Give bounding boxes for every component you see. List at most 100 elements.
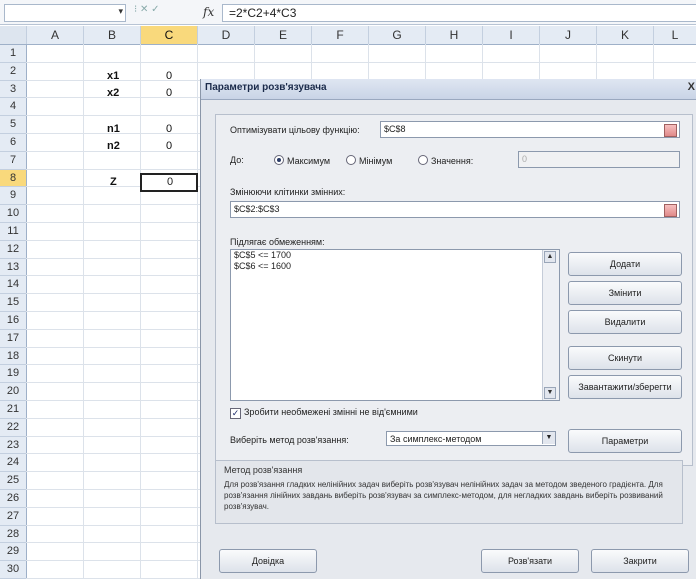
column-headers: A B C D E F G H I J K L (0, 26, 696, 45)
column-header[interactable]: H (426, 26, 483, 44)
column-header[interactable]: J (540, 26, 597, 44)
column-header[interactable]: L (654, 26, 696, 44)
radio-selected-icon (274, 155, 284, 165)
row-header[interactable]: 16 (0, 312, 27, 330)
reset-button[interactable]: Скинути (568, 346, 682, 370)
solve-button[interactable]: Розв'язати (481, 549, 579, 573)
cell-c3[interactable]: 0 (166, 87, 172, 99)
load-save-button[interactable]: Завантажити/зберегти (568, 375, 682, 399)
radio-icon (418, 155, 428, 165)
cell-c2[interactable]: 0 (166, 70, 172, 82)
row-header[interactable]: 26 (0, 490, 27, 508)
cell-b3[interactable]: x2 (107, 87, 119, 99)
parameters-button[interactable]: Параметри (568, 429, 682, 453)
row-header[interactable]: 23 (0, 436, 27, 455)
select-all-corner[interactable] (0, 26, 27, 44)
row-header[interactable]: 28 (0, 525, 27, 544)
row-header[interactable]: 5 (0, 116, 27, 134)
method-description-title: Метод розв'язання (224, 465, 303, 475)
formula-input[interactable]: =2*C2+4*C3 (222, 4, 696, 22)
row-header[interactable]: 18 (0, 347, 27, 366)
delete-button[interactable]: Видалити (568, 310, 682, 334)
help-button[interactable]: Довідка (219, 549, 317, 573)
grid-line (197, 44, 198, 579)
radio-min[interactable]: Мінімум (346, 155, 392, 166)
row-header[interactable]: 7 (0, 151, 27, 170)
radio-max[interactable]: Максимум (274, 155, 330, 166)
scroll-up-icon[interactable]: ▲ (544, 251, 556, 263)
row-header[interactable]: 10 (0, 205, 27, 223)
range-select-icon[interactable] (664, 124, 677, 137)
cell-c8: 0 (167, 176, 174, 188)
method-select[interactable]: За симплекс-методом ▼ (386, 431, 556, 446)
objective-input[interactable]: $C$8 (380, 121, 680, 138)
radio-value[interactable]: Значення: (418, 155, 473, 166)
column-header-selected[interactable]: C (141, 26, 198, 44)
row-header[interactable]: 30 (0, 561, 27, 579)
column-header[interactable]: E (255, 26, 312, 44)
change-button[interactable]: Змінити (568, 281, 682, 305)
cell-b8[interactable]: Z (110, 176, 117, 188)
row-header[interactable]: 21 (0, 401, 27, 419)
list-item[interactable]: $C$5 <= 1700 (231, 250, 559, 261)
row-header[interactable]: 25 (0, 472, 27, 490)
scroll-down-icon[interactable]: ▼ (544, 387, 556, 399)
cell-b2[interactable]: x1 (107, 70, 119, 82)
row-header[interactable]: 27 (0, 507, 27, 526)
dialog-title: Параметри розв'язувача (205, 82, 327, 93)
value-input[interactable]: 0 (518, 151, 680, 168)
checkbox-label: Зробити необмежені змінні не від'ємними (244, 407, 418, 417)
row-header[interactable]: 15 (0, 294, 27, 312)
row-header[interactable]: 6 (0, 134, 27, 152)
close-icon[interactable]: X (688, 81, 695, 93)
row-header[interactable]: 13 (0, 258, 27, 277)
row-header[interactable]: 11 (0, 223, 27, 241)
objective-label: Оптимізувати цільову функцію: (230, 125, 360, 135)
row-header[interactable]: 2 (0, 62, 27, 81)
row-header[interactable]: 29 (0, 543, 27, 562)
column-header[interactable]: K (597, 26, 654, 44)
add-button[interactable]: Додати (568, 252, 682, 276)
column-header[interactable]: D (198, 26, 255, 44)
radio-value-label: Значення: (431, 156, 474, 166)
constraints-list[interactable]: $C$5 <= 1700 $C$6 <= 1600 ▲ ▼ (230, 249, 560, 401)
nonnegative-checkbox[interactable]: ✓ Зробити необмежені змінні не від'ємними (230, 407, 418, 419)
grid-line (83, 44, 84, 579)
row-header[interactable]: 19 (0, 365, 27, 384)
name-box[interactable]: ▾ (4, 4, 126, 22)
chevron-down-icon[interactable]: ▾ (118, 6, 123, 17)
cell-b6[interactable]: n2 (107, 140, 120, 152)
changing-cells-input[interactable]: $C$2:$C$3 (230, 201, 680, 218)
list-item[interactable]: $C$6 <= 1600 (231, 261, 559, 272)
row-header[interactable]: 9 (0, 187, 27, 206)
active-cell-c8[interactable]: 0 (140, 173, 198, 192)
cell-b5[interactable]: n1 (107, 123, 120, 135)
cell-c5[interactable]: 0 (166, 123, 172, 135)
chevron-down-icon[interactable]: ▼ (542, 432, 555, 444)
scrollbar[interactable]: ▲ ▼ (542, 250, 559, 400)
row-header[interactable]: 20 (0, 383, 27, 401)
checkbox-checked-icon: ✓ (230, 408, 241, 419)
row-header[interactable]: 3 (0, 80, 27, 99)
column-header[interactable]: I (483, 26, 540, 44)
changing-cells-label: Змінюючи клітинки змінних: (230, 187, 346, 197)
row-header[interactable]: 4 (0, 98, 27, 117)
column-header[interactable]: B (84, 26, 141, 44)
row-header[interactable]: 12 (0, 240, 27, 259)
grid-line (140, 44, 141, 579)
close-button[interactable]: Закрити (591, 549, 689, 573)
fx-icon[interactable]: fx (203, 5, 214, 19)
column-header[interactable]: F (312, 26, 369, 44)
range-select-icon[interactable] (664, 204, 677, 217)
row-header[interactable]: 14 (0, 276, 27, 295)
dialog-titlebar[interactable]: Параметри розв'язувача X (201, 79, 696, 100)
column-header[interactable]: A (27, 26, 84, 44)
row-header[interactable]: 24 (0, 454, 27, 473)
row-header-selected[interactable]: 8 (0, 169, 27, 188)
method-label: Виберіть метод розв'язання: (230, 435, 349, 445)
cell-c6[interactable]: 0 (166, 140, 172, 152)
column-header[interactable]: G (369, 26, 426, 44)
row-header[interactable]: 22 (0, 418, 27, 437)
row-header[interactable]: 1 (0, 45, 27, 63)
row-header[interactable]: 17 (0, 329, 27, 348)
